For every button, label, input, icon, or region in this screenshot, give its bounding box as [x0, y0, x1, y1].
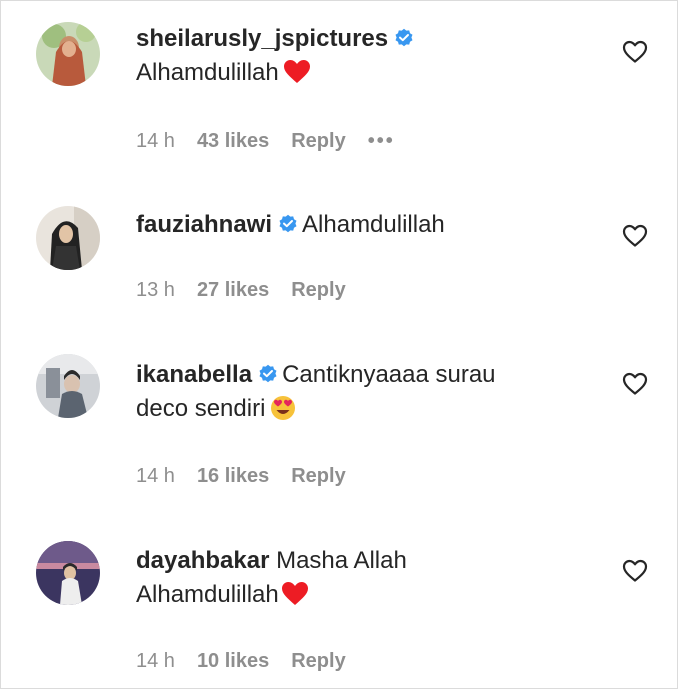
comment-time: 13 h — [136, 279, 175, 301]
comment-meta: 14 h 16 likes Reply — [136, 465, 368, 488]
reply-button[interactable]: Reply — [291, 130, 345, 152]
comment-likes-count[interactable]: 10 likes — [197, 650, 269, 672]
comment-username[interactable]: dayahbakar — [136, 547, 269, 574]
comment-likes-count[interactable]: 43 likes — [197, 130, 269, 152]
reply-button[interactable]: Reply — [291, 279, 345, 301]
like-heart-icon[interactable] — [622, 372, 648, 396]
comment-text-block: ikanabella Cantiknyaaaa surau deco sendir… — [136, 358, 576, 426]
comment-time: 14 h — [136, 650, 175, 672]
like-heart-icon[interactable] — [622, 40, 648, 64]
avatar[interactable] — [36, 206, 100, 270]
comment-text-line-2: Alhamdulillah — [136, 581, 279, 608]
comment-likes-count[interactable]: 16 likes — [197, 465, 269, 487]
comment-text: Alhamdulillah — [136, 59, 279, 86]
red-heart-emoji-icon — [281, 581, 309, 607]
comment-meta: 13 h 27 likes Reply — [136, 279, 368, 302]
avatar[interactable] — [36, 541, 100, 605]
comment-text-line-1: Masha Allah — [276, 547, 407, 574]
avatar[interactable] — [36, 354, 100, 418]
comment-likes-count[interactable]: 27 likes — [197, 279, 269, 301]
comment-text-block: dayahbakar Masha Allah Alhamdulillah — [136, 544, 576, 612]
comment-text-block: sheilarusly_jspictures Alhamdulillah — [136, 22, 576, 90]
heart-eyes-emoji-icon — [269, 395, 297, 421]
verified-badge-icon — [394, 28, 414, 48]
comment-meta: 14 h 43 likes Reply ••• — [136, 130, 417, 153]
like-heart-icon[interactable] — [622, 559, 648, 583]
comment-username[interactable]: ikanabella — [136, 361, 252, 388]
comment-time: 14 h — [136, 465, 175, 487]
comment-text-line-2: deco sendiri — [136, 395, 266, 422]
avatar[interactable] — [36, 22, 100, 86]
verified-badge-icon — [258, 364, 278, 384]
more-options-icon[interactable]: ••• — [368, 130, 395, 152]
comment-text: Alhamdulillah — [302, 211, 445, 238]
verified-badge-icon — [278, 214, 298, 234]
comment-text-block: fauziahnawi Alhamdulillah — [136, 208, 576, 242]
comment-username[interactable]: sheilarusly_jspictures — [136, 25, 388, 52]
red-heart-emoji-icon — [283, 59, 311, 85]
comment-username[interactable]: fauziahnawi — [136, 211, 272, 238]
like-heart-icon[interactable] — [622, 224, 648, 248]
comment-meta: 14 h 10 likes Reply — [136, 650, 368, 673]
reply-button[interactable]: Reply — [291, 465, 345, 487]
comment-text-line-1: Cantiknyaaaa surau — [282, 361, 496, 388]
reply-button[interactable]: Reply — [291, 650, 345, 672]
comment-time: 14 h — [136, 130, 175, 152]
